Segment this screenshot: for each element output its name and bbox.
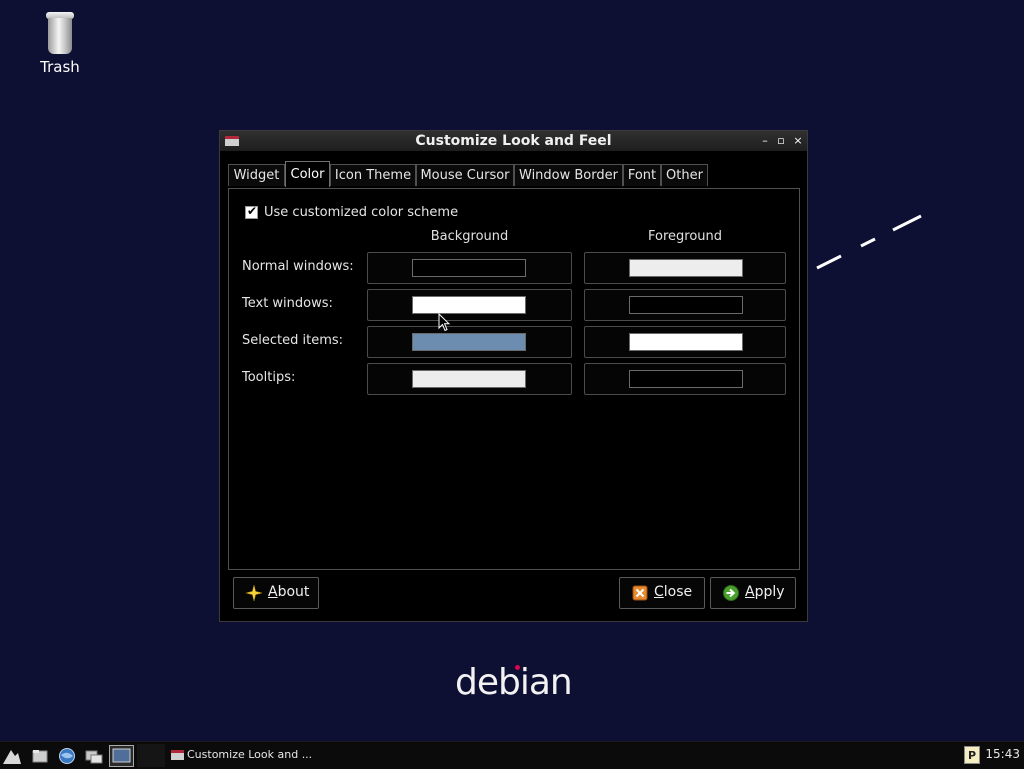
window-title: Customize Look and Feel xyxy=(415,133,612,149)
minimize-button[interactable]: – xyxy=(758,134,772,148)
mouse-pointer-icon xyxy=(438,313,450,332)
maximize-button[interactable]: ▫ xyxy=(774,134,788,148)
apply-button-label: pply xyxy=(754,584,785,600)
background-column-header: Background xyxy=(430,229,509,244)
trash-desktop-icon[interactable]: Trash xyxy=(30,12,90,76)
tab-other[interactable]: Other xyxy=(661,164,708,186)
tray-p-icon[interactable]: P xyxy=(964,746,980,764)
taskbar-window-title: Customize Look and ... xyxy=(187,748,313,761)
normal-windows-label: Normal windows: xyxy=(242,259,354,274)
selected-items-label: Selected items: xyxy=(242,333,344,348)
use-custom-color-scheme-label[interactable]: Use customized color scheme xyxy=(264,205,458,220)
selected-items-foreground-button[interactable] xyxy=(584,326,786,358)
tab-font[interactable]: Font xyxy=(623,164,661,186)
tab-window-border[interactable]: Window Border xyxy=(514,164,623,186)
debian-swirl-decoration xyxy=(816,214,922,270)
workspace-switcher-icon[interactable] xyxy=(109,745,134,767)
window-app-icon xyxy=(171,750,184,760)
tooltips-background-button[interactable] xyxy=(367,363,572,395)
text-windows-foreground-button[interactable] xyxy=(584,289,786,321)
star-icon xyxy=(246,585,262,601)
color-swatch xyxy=(412,259,526,277)
file-manager-icon[interactable] xyxy=(30,746,50,766)
tab-icon-theme[interactable]: Icon Theme xyxy=(330,164,416,186)
color-swatch xyxy=(629,370,743,388)
normal-windows-foreground-button[interactable] xyxy=(584,252,786,284)
close-button[interactable]: Close xyxy=(619,577,705,609)
normal-windows-background-button[interactable] xyxy=(367,252,572,284)
color-swatch xyxy=(412,370,526,388)
color-swatch xyxy=(629,259,743,277)
close-button-label: lose xyxy=(663,584,693,600)
color-swatch xyxy=(629,296,743,314)
workspace-2-box[interactable] xyxy=(137,744,165,767)
about-button-label: bout xyxy=(277,584,310,600)
selected-items-background-button[interactable] xyxy=(367,326,572,358)
customize-look-and-feel-window: Customize Look and Feel – ▫ × Widget Col… xyxy=(219,130,808,622)
color-swatch xyxy=(412,296,526,314)
color-tab-panel: ✔ Use customized color scheme Background… xyxy=(228,188,800,570)
tooltips-label: Tooltips: xyxy=(242,370,296,385)
text-windows-label: Text windows: xyxy=(242,296,333,311)
clock[interactable]: 15:43 xyxy=(985,747,1020,761)
window-titlebar[interactable]: Customize Look and Feel – ▫ × xyxy=(220,131,807,151)
desktop-windows-icon[interactable] xyxy=(84,746,104,766)
start-menu-icon[interactable] xyxy=(2,746,22,766)
apply-button[interactable]: Apply xyxy=(710,577,796,609)
color-swatch xyxy=(629,333,743,351)
foreground-column-header: Foreground xyxy=(647,229,723,244)
about-button[interactable]: About xyxy=(233,577,319,609)
tab-widget[interactable]: Widget xyxy=(228,164,285,186)
use-custom-color-scheme-checkbox[interactable]: ✔ xyxy=(245,204,258,219)
debian-logo-dot xyxy=(515,665,520,670)
close-icon xyxy=(632,585,648,601)
taskbar: Customize Look and ... P 15:43 xyxy=(0,741,1024,769)
taskbar-window-button[interactable]: Customize Look and ... xyxy=(168,744,328,766)
trash-icon xyxy=(46,12,74,54)
text-windows-background-button[interactable] xyxy=(367,289,572,321)
close-window-button[interactable]: × xyxy=(791,134,805,148)
trash-label: Trash xyxy=(40,58,80,76)
web-browser-icon[interactable] xyxy=(57,746,77,766)
debian-logo: debian xyxy=(455,662,573,703)
tab-mouse-cursor[interactable]: Mouse Cursor xyxy=(416,164,514,186)
apply-arrow-icon xyxy=(723,585,739,601)
tooltips-foreground-button[interactable] xyxy=(584,363,786,395)
tab-color[interactable]: Color xyxy=(285,161,330,187)
color-swatch xyxy=(412,333,526,351)
